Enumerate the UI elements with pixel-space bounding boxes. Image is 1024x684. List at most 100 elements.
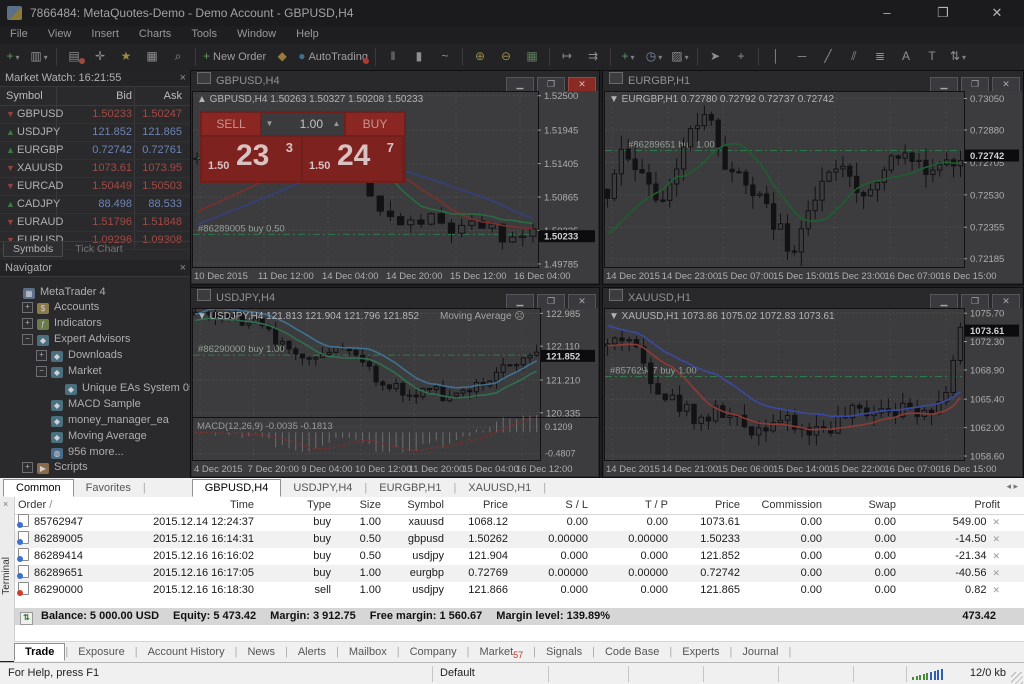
navigator-item-expert-advisors[interactable]: −◆Expert Advisors	[0, 331, 190, 347]
lot-increase-icon[interactable]: ▲	[329, 113, 344, 135]
navigator-item-956-more-[interactable]: ◍956 more...	[0, 443, 190, 459]
tile-windows-button[interactable]: ▦	[520, 46, 544, 66]
sell-button[interactable]: SELL	[202, 113, 260, 135]
tree-expand-toggle[interactable]: +	[22, 318, 33, 329]
new-chart-button[interactable]: +▾	[1, 46, 25, 66]
navigator-tab-common[interactable]: Common	[3, 479, 74, 497]
lot-decrease-icon[interactable]: ▼	[262, 113, 277, 135]
chart-tab-usdjpy-h4[interactable]: USDJPY,H4	[281, 480, 364, 496]
menu-view[interactable]: View	[38, 26, 82, 44]
chart-close-button[interactable]: ✕	[568, 77, 596, 92]
navigator-item-moving-average[interactable]: ◆Moving Average	[0, 427, 190, 443]
close-order-icon[interactable]: ✕	[986, 568, 1000, 578]
order-row[interactable]: 862890052015.12.16 16:14:31buy0.50gbpusd…	[14, 531, 1024, 548]
order-row[interactable]: 862900002015.12.16 16:18:30sell1.00usdjp…	[14, 582, 1024, 599]
vertical-line-button[interactable]: │	[764, 46, 788, 66]
terminal-tab-alerts[interactable]: Alerts	[288, 644, 336, 660]
navigator-item-market[interactable]: −◆Market	[0, 363, 190, 379]
tab-scroll-arrows[interactable]: ◂ ▸	[1006, 481, 1018, 492]
close-order-icon[interactable]: ✕	[986, 517, 1000, 527]
close-button[interactable]: ✕	[978, 0, 1016, 26]
market-watch-row-euraud[interactable]: ▼EURAUD1.517961.51848	[0, 214, 190, 232]
chart-title-bar-usdjpy[interactable]: USDJPY,H4▁❐✕	[191, 288, 599, 308]
chart-minimize-button[interactable]: ▁	[930, 294, 958, 309]
chart-tab-gbpusd-h4[interactable]: GBPUSD,H4	[192, 479, 282, 497]
cursor-button[interactable]: ➤	[703, 46, 727, 66]
navigator-item-indicators[interactable]: +ƒIndicators	[0, 315, 190, 331]
chart-body-usdjpy[interactable]: #86290000 buy 1.000.1209-0.4807MACD(12,2…	[192, 308, 598, 476]
zoom-out-button[interactable]: ⊖	[494, 46, 518, 66]
channel-button[interactable]: ⫽	[842, 46, 866, 66]
market-watch-row-eurcad[interactable]: ▼EURCAD1.504491.50503	[0, 178, 190, 196]
terminal-tab-market[interactable]: Market57	[470, 644, 534, 662]
chart-minimize-button[interactable]: ▁	[506, 294, 534, 309]
buy-price[interactable]: 1.50247	[303, 137, 402, 181]
chart-title-bar-eurgbp[interactable]: EURGBP,H1▁❐✕	[603, 71, 1023, 91]
navigator-tab-favorites[interactable]: Favorites	[74, 480, 143, 496]
terminal-toggle[interactable]: ▦	[140, 46, 164, 66]
chart-minimize-button[interactable]: ▁	[506, 77, 534, 92]
market-watch-row-cadjpy[interactable]: ▲CADJPY88.49888.533	[0, 196, 190, 214]
menu-help[interactable]: Help	[286, 26, 329, 44]
line-chart-button[interactable]: ~	[433, 46, 457, 66]
order-row[interactable]: 862896512015.12.16 16:17:05buy1.00eurgbp…	[14, 565, 1024, 582]
text-label-button[interactable]: T	[920, 46, 944, 66]
autotrading-button[interactable]: ●AutoTrading	[296, 46, 370, 66]
auto-scroll-button[interactable]: ↦	[555, 46, 579, 66]
menu-charts[interactable]: Charts	[129, 26, 181, 44]
tree-expand-toggle[interactable]: +	[22, 462, 33, 473]
crosshair-button[interactable]: +	[729, 46, 753, 66]
tree-expand-toggle[interactable]: +	[36, 350, 47, 361]
market-watch-row-eurgbp[interactable]: ▲EURGBP0.727420.72761	[0, 142, 190, 160]
terminal-tab-exposure[interactable]: Exposure	[68, 644, 134, 660]
chart-close-button[interactable]: ✕	[992, 294, 1020, 309]
chart-title-bar-xauusd[interactable]: XAUUSD,H1▁❐✕	[603, 288, 1023, 308]
market-watch-row-xauusd[interactable]: ▼XAUUSD1073.611073.95	[0, 160, 190, 178]
chart-restore-button[interactable]: ❐	[537, 77, 565, 92]
navigator-item-unique-eas-system-05[interactable]: ◆Unique EAs System 05	[0, 379, 190, 395]
buy-button[interactable]: BUY	[346, 113, 404, 135]
chart-title-bar-gbpusd[interactable]: GBPUSD,H4▁❐✕	[191, 71, 599, 91]
navigator-item-downloads[interactable]: +◆Downloads	[0, 347, 190, 363]
menu-insert[interactable]: Insert	[81, 26, 129, 44]
chart-body-eurgbp[interactable]: #86289651 buy 1.000.730500.728800.727050…	[604, 91, 1022, 283]
data-window-toggle[interactable]: ✛	[88, 46, 112, 66]
fibonacci-button[interactable]: ≣	[868, 46, 892, 66]
navigator-item-accounts[interactable]: +$Accounts	[0, 299, 190, 315]
market-watch-row-gbpusd[interactable]: ▼GBPUSD1.502331.50247	[0, 106, 190, 124]
menu-window[interactable]: Window	[227, 26, 286, 44]
chart-canvas-usdjpy[interactable]: #86290000 buy 1.000.1209-0.4807MACD(12,2…	[192, 308, 598, 475]
market-watch-tab-tick-chart[interactable]: Tick Chart	[66, 242, 131, 256]
tree-expand-toggle[interactable]: −	[22, 334, 33, 345]
terminal-tab-trade[interactable]: Trade	[14, 643, 65, 661]
chart-shift-button[interactable]: ⇉	[581, 46, 605, 66]
market-watch-row-usdjpy[interactable]: ▲USDJPY121.852121.865	[0, 124, 190, 142]
market-watch-toggle[interactable]: ▤	[62, 46, 86, 66]
chart-tab-eurgbp-h1[interactable]: EURGBP,H1	[367, 480, 453, 496]
periods-button[interactable]: ◷▾	[642, 46, 666, 66]
zoom-in-button[interactable]: ⊕	[468, 46, 492, 66]
navigator-item-scripts[interactable]: +▶Scripts	[0, 459, 190, 475]
terminal-tab-company[interactable]: Company	[400, 644, 467, 660]
navigator-item-metatrader-4[interactable]: ▦MetaTrader 4	[0, 283, 190, 299]
chart-body-gbpusd[interactable]: #86289005 buy 0.501.525001.519451.514051…	[192, 91, 598, 283]
terminal-tab-mailbox[interactable]: Mailbox	[339, 644, 397, 660]
navigator-item-money-manager-ea[interactable]: ◆money_manager_ea	[0, 411, 190, 427]
market-watch-tab-symbols[interactable]: Symbols	[3, 242, 63, 257]
resize-grip[interactable]	[1011, 672, 1023, 684]
terminal-tab-news[interactable]: News	[237, 644, 285, 660]
tree-expand-toggle[interactable]: +	[22, 302, 33, 313]
close-order-icon[interactable]: ✕	[986, 551, 1000, 561]
chart-canvas-xauusd[interactable]: #85762947 buy 1.001075.701072.301068.901…	[604, 308, 1022, 475]
arrows-button[interactable]: ⇅▾	[946, 46, 970, 66]
scripts-icon[interactable]: ◆	[270, 46, 294, 66]
minimize-button[interactable]: –	[868, 0, 906, 26]
navigator-close-icon[interactable]: ×	[180, 260, 186, 276]
chart-minimize-button[interactable]: ▁	[930, 77, 958, 92]
chart-tab-xauusd-h1[interactable]: XAUUSD,H1	[456, 480, 543, 496]
profiles-button[interactable]: ▥▾	[27, 46, 51, 66]
chart-restore-button[interactable]: ❐	[961, 294, 989, 309]
chart-close-button[interactable]: ✕	[992, 77, 1020, 92]
terminal-tab-signals[interactable]: Signals	[536, 644, 592, 660]
terminal-tab-experts[interactable]: Experts	[672, 644, 729, 660]
